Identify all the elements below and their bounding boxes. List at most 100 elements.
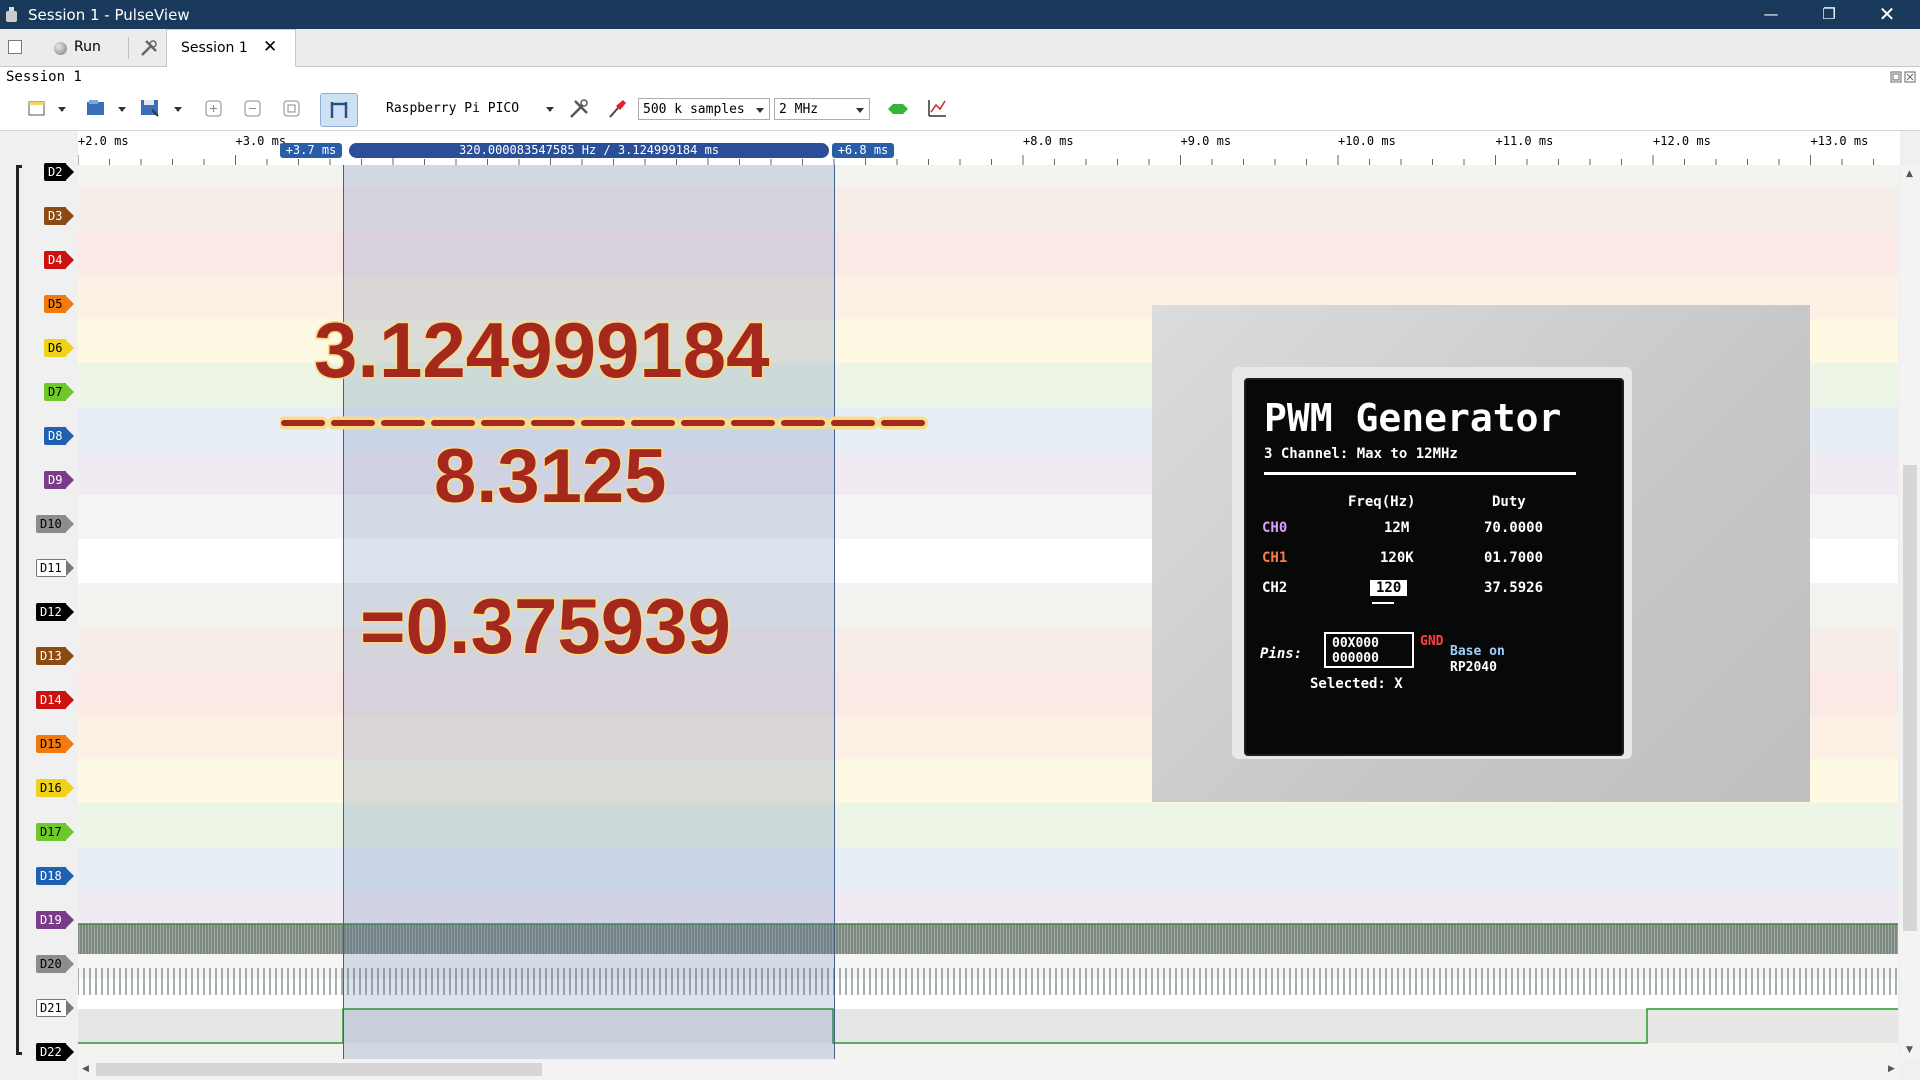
screen-subtitle: 3 Channel: Max to 12MHz	[1264, 446, 1458, 462]
channel-label-d18[interactable]: D18	[36, 867, 74, 885]
device-photo: PWM Generator 3 Channel: Max to 12MHz Fr…	[1152, 305, 1810, 802]
samplerate-value: 2 MHz	[779, 102, 819, 117]
new-view-dropdown-icon[interactable]	[58, 107, 66, 112]
samples-dropdown-icon	[756, 108, 764, 113]
channel-label-d7[interactable]: D7	[44, 383, 76, 401]
overlay-numerator: 3.124999184	[312, 305, 770, 396]
channel-label-d13[interactable]: D13	[36, 647, 74, 665]
new-session-icon[interactable]	[8, 40, 22, 54]
close-panel-icon[interactable]	[1904, 71, 1916, 83]
run-button[interactable]: Run	[50, 35, 110, 61]
ch2-freq: 120	[1370, 580, 1408, 596]
zoom-in-icon[interactable]	[205, 100, 223, 118]
vertical-scrollbar[interactable]: ▲ ▼	[1900, 165, 1920, 1059]
ruler-tick-label: +2.0 ms	[78, 134, 129, 148]
col-freq-header: Freq(Hz)	[1348, 494, 1416, 510]
overlay-denominator: 8.3125	[432, 433, 667, 521]
screen-divider	[1264, 472, 1576, 475]
overlay-fraction-bar	[280, 416, 936, 430]
channel-label-d12[interactable]: D12	[36, 603, 74, 621]
base-on-label: Base on	[1450, 644, 1505, 659]
restore-button[interactable]: ❐	[1800, 0, 1858, 29]
math-channel-icon[interactable]	[926, 97, 948, 119]
channel-label-d9[interactable]: D9	[44, 471, 76, 489]
probe-icon[interactable]	[606, 98, 628, 120]
device-selector[interactable]: Raspberry Pi PICO	[386, 101, 519, 116]
device-dropdown-icon[interactable]	[546, 107, 554, 112]
samples-select[interactable]: 500 k samples	[638, 98, 770, 120]
channel-label-d10[interactable]: D10	[36, 515, 74, 533]
channel-label-d15[interactable]: D15	[36, 735, 74, 753]
close-button[interactable]: ✕	[1858, 0, 1916, 29]
open-dropdown-icon[interactable]	[118, 107, 126, 112]
ruler-tick-label: +3.0 ms	[235, 134, 287, 148]
session-tab-close-icon[interactable]: ✕	[263, 37, 277, 57]
overlay-result: =0.375939	[359, 581, 733, 672]
device-screen: PWM Generator 3 Channel: Max to 12MHz Fr…	[1244, 378, 1624, 756]
channel-label-d2[interactable]: D2	[44, 163, 76, 181]
pins-diagram: 00X000 000000	[1324, 632, 1414, 668]
selected-label: Selected: X	[1310, 676, 1403, 692]
settings-tools-icon[interactable]	[140, 39, 158, 57]
channel-label-d8[interactable]: D8	[44, 427, 76, 445]
cursor-interval-marker[interactable]: 320.000083547585 Hz / 3.124999184 ms	[349, 143, 829, 158]
scroll-right-icon[interactable]: ▶	[1888, 1064, 1895, 1074]
ch1-freq: 120K	[1380, 550, 1414, 566]
cursor-right-marker[interactable]: +6.8 ms	[832, 143, 894, 158]
open-file-icon[interactable]	[86, 99, 106, 117]
channel-label-d5[interactable]: D5	[44, 295, 76, 313]
tab-session-1[interactable]: Session 1 ✕	[166, 29, 296, 68]
channel-label-d16[interactable]: D16	[36, 779, 74, 797]
session-header: Session 1	[0, 67, 1920, 88]
channel-label-d17[interactable]: D17	[36, 823, 74, 841]
pins-bottom-row: 000000	[1332, 651, 1379, 666]
ch1-label: CH1	[1262, 550, 1288, 566]
show-cursors-button[interactable]	[320, 93, 358, 127]
minimize-button[interactable]: —	[1742, 0, 1800, 29]
cursor-pair-icon	[330, 102, 348, 118]
save-file-icon[interactable]	[140, 98, 162, 118]
window-title: Session 1 - PulseView	[28, 6, 190, 24]
channel-label-d19[interactable]: D19	[36, 911, 74, 929]
zoom-out-icon[interactable]	[244, 100, 262, 118]
channel-label-d21[interactable]: D21	[36, 999, 74, 1017]
device-config-icon[interactable]	[568, 98, 590, 120]
channel-label-d6[interactable]: D6	[44, 339, 76, 357]
zoom-fit-icon[interactable]	[283, 100, 301, 118]
channel-label-d14[interactable]: D14	[36, 691, 74, 709]
ruler-tick-label: +12.0 ms	[1653, 134, 1711, 148]
time-ruler[interactable]: +2.0 ms +3.0 ms +8.0 ms +9.0 ms +10.0 ms +11.…	[78, 131, 1900, 165]
ruler-tick-label: +10.0 ms	[1338, 134, 1396, 148]
scroll-down-icon[interactable]: ▼	[1906, 1045, 1913, 1055]
pins-label: Pins:	[1260, 646, 1303, 662]
vertical-scroll-thumb[interactable]	[1903, 465, 1917, 931]
samples-value: 500 k samples	[643, 102, 745, 117]
cursor-left-marker[interactable]: +3.7 ms	[280, 143, 342, 158]
scroll-left-icon[interactable]: ◀	[82, 1064, 89, 1074]
pulseview-app-icon	[6, 7, 17, 22]
save-dropdown-icon[interactable]	[174, 107, 182, 112]
ch0-label: CH0	[1262, 520, 1288, 536]
channel-labels: D2 D3 D4 D5 D6 D7 D8 D9 D10 D11 D12 D13 D14 D15 D16 D17…	[0, 163, 78, 1061]
samplerate-select[interactable]: 2 MHz	[774, 98, 870, 120]
float-panel-icon[interactable]	[1890, 71, 1902, 83]
ch2-label: CH2	[1262, 580, 1288, 596]
col-duty-header: Duty	[1492, 494, 1526, 510]
ruler-tick-label: +8.0 ms	[1023, 134, 1074, 148]
add-decoder-icon[interactable]	[886, 102, 910, 116]
ruler-tick-label: +13.0 ms	[1810, 134, 1869, 148]
scroll-up-icon[interactable]: ▲	[1906, 169, 1913, 179]
gnd-label: GND	[1420, 634, 1444, 649]
horizontal-scroll-thumb[interactable]	[96, 1063, 542, 1076]
channel-group-bracket	[16, 165, 22, 1055]
channel-label-d4[interactable]: D4	[44, 251, 76, 269]
channel-label-d22[interactable]: D22	[36, 1043, 74, 1061]
session-name: Session 1	[6, 69, 82, 85]
ch0-freq: 12M	[1384, 520, 1410, 536]
channel-label-d11[interactable]: D11	[36, 559, 74, 577]
new-view-icon[interactable]	[28, 99, 46, 117]
horizontal-scrollbar[interactable]: ◀ ▶	[78, 1059, 1900, 1080]
trace-view[interactable]: 3.124999184 8.3125 =0.375939 PWM Generat…	[78, 165, 1898, 1059]
channel-label-d3[interactable]: D3	[44, 207, 76, 225]
channel-label-d20[interactable]: D20	[36, 955, 74, 973]
